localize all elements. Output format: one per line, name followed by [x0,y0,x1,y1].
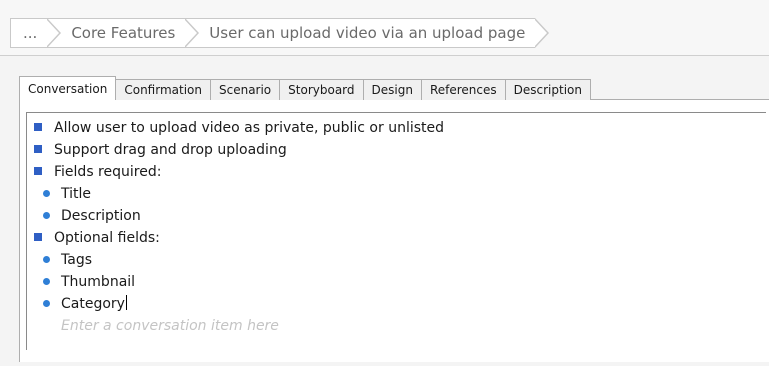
list-item[interactable]: Description [27,205,766,227]
tab-strip: Conversation Confirmation Scenario Story… [19,76,591,100]
conversation-list: Allow user to upload video as private, p… [27,113,766,315]
list-item-text: Fields required: [54,164,162,180]
square-bullet-icon [34,167,42,175]
round-bullet-icon [43,256,50,263]
tab-storyboard[interactable]: Storyboard [280,79,364,100]
list-item[interactable]: Support drag and drop uploading [27,139,766,161]
chevron-right-icon [534,18,550,48]
list-item-text: Category [61,296,125,312]
list-item-text: Allow user to upload video as private, p… [54,120,445,136]
chevron-right-icon [184,18,200,48]
conversation-tab-content: Allow user to upload video as private, p… [19,100,769,362]
list-item-text: Title [61,186,92,202]
square-bullet-icon [34,233,42,241]
breadcrumb-label: ... [23,24,38,42]
breadcrumb-item-current-story[interactable]: User can upload video via an upload page [185,18,550,48]
breadcrumb-label: User can upload video via an upload page [209,24,526,42]
list-item-text: Optional fields: [54,230,160,246]
breadcrumb-item-core-features[interactable]: Core Features [47,18,200,48]
list-item[interactable]: Allow user to upload video as private, p… [27,117,766,139]
square-bullet-icon [34,145,42,153]
list-item[interactable]: Optional fields: [27,227,766,249]
text-caret [125,295,127,310]
list-item-text: Description [61,208,141,224]
new-conversation-item-input[interactable]: Enter a conversation item here [27,315,766,337]
breadcrumb-label: Core Features [71,24,176,42]
tab-references[interactable]: References [421,79,506,100]
round-bullet-icon [43,278,50,285]
list-item[interactable]: Fields required: [27,161,766,183]
list-item-text: Support drag and drop uploading [54,142,287,158]
breadcrumb-bar: ... Core Features User can upload video … [0,0,769,56]
list-item-text: Thumbnail [61,274,136,290]
list-item[interactable]: Category [27,293,766,315]
round-bullet-icon [43,190,50,197]
tab-confirmation[interactable]: Confirmation [116,79,211,100]
breadcrumb-item-ellipsis[interactable]: ... [11,18,62,48]
tab-scenario[interactable]: Scenario [210,79,281,100]
tab-description[interactable]: Description [505,79,591,100]
list-item[interactable]: Title [27,183,766,205]
breadcrumb: ... Core Features User can upload video … [10,18,550,48]
list-item-text: Tags [61,252,92,268]
tab-conversation[interactable]: Conversation [19,76,117,100]
round-bullet-icon [43,300,50,307]
story-detail-panel: Conversation Confirmation Scenario Story… [14,76,769,366]
list-item[interactable]: Tags [27,249,766,271]
list-item[interactable]: Thumbnail [27,271,766,293]
round-bullet-icon [43,212,50,219]
conversation-editor[interactable]: Allow user to upload video as private, p… [26,112,766,350]
square-bullet-icon [34,123,42,131]
chevron-right-icon [46,18,62,48]
tab-design[interactable]: Design [363,79,422,100]
